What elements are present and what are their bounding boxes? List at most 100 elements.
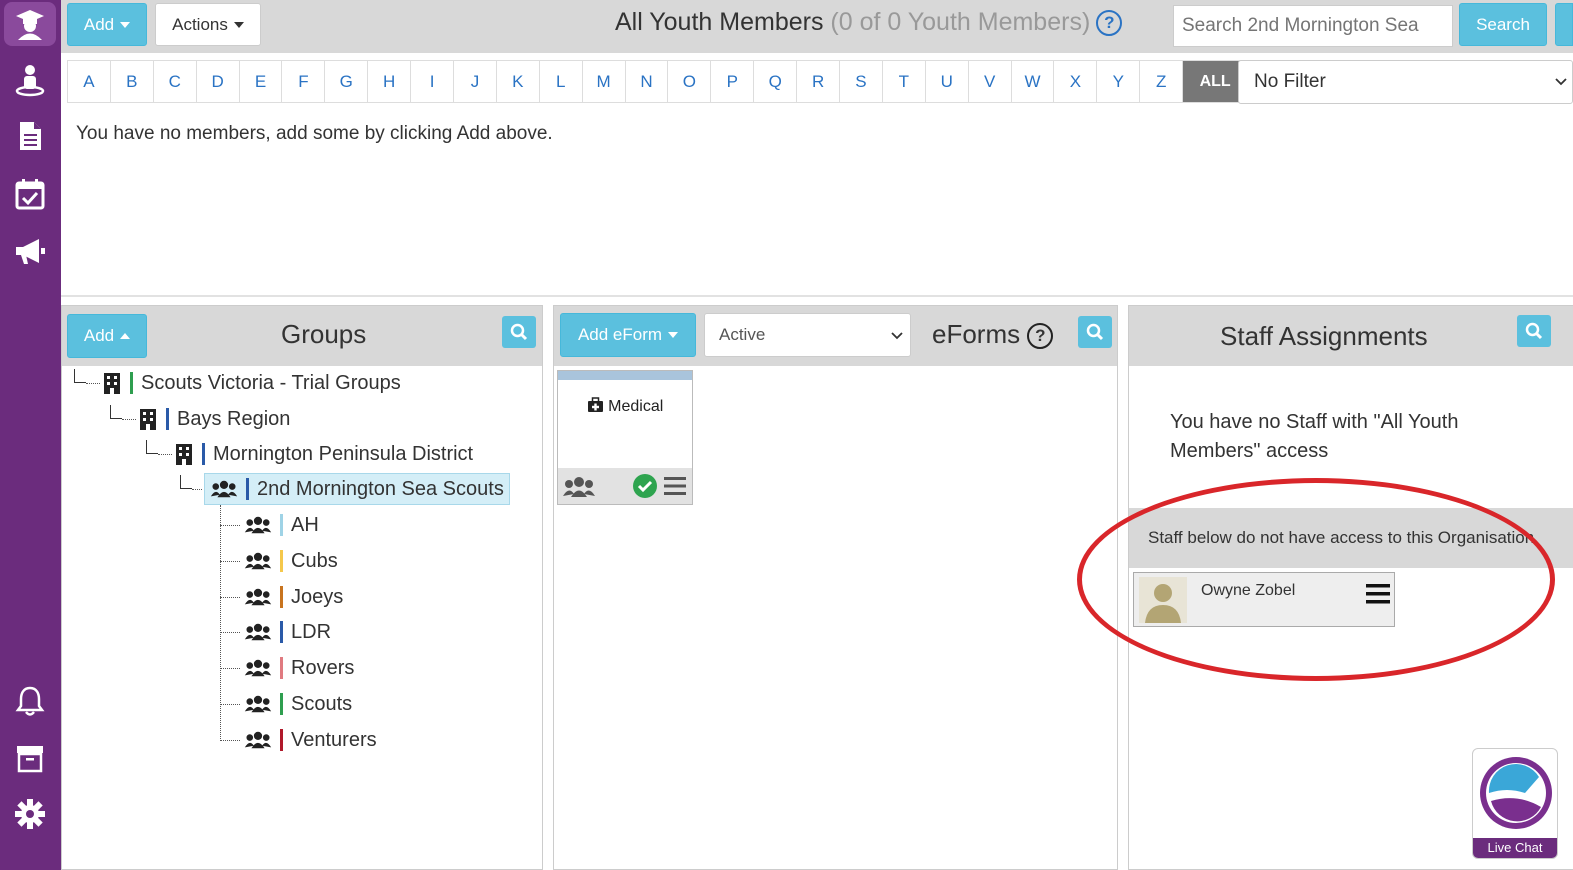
staff-search-button[interactable] — [1517, 315, 1551, 347]
empty-members-message: You have no members, add some by clickin… — [76, 123, 553, 144]
search-input[interactable] — [1173, 5, 1453, 47]
eforms-title-text: eForms — [932, 319, 1021, 349]
letter-q[interactable]: Q — [754, 61, 798, 102]
group-color-bar — [280, 550, 283, 572]
chevron-down-icon — [891, 332, 903, 340]
no-staff-message: You have no Staff with "All Youth Member… — [1170, 411, 1459, 462]
users-icon — [244, 731, 272, 749]
alphabet-filter: A B C D E F G H I J K L M N O P Q R S T U V W X Y Z ALL — [67, 60, 1249, 103]
tree-node[interactable]: Venturers — [244, 724, 377, 756]
tree-node[interactable]: AH — [244, 509, 319, 541]
users-icon[interactable] — [562, 476, 596, 498]
tree-connector — [220, 505, 221, 741]
tree-node[interactable]: LDR — [244, 616, 331, 648]
letter-k[interactable]: K — [497, 61, 540, 102]
help-icon[interactable]: ? — [1096, 10, 1123, 37]
letter-g[interactable]: G — [325, 61, 369, 102]
letter-u[interactable]: U — [926, 61, 969, 102]
gear-icon[interactable] — [6, 790, 54, 838]
building-icon — [176, 444, 192, 465]
group-color-bar — [280, 586, 283, 608]
medkit-icon — [587, 397, 603, 412]
archive-icon[interactable] — [6, 734, 54, 782]
extra-button[interactable] — [1555, 3, 1573, 46]
groups-title: Groups — [281, 319, 367, 349]
adult-member-icon[interactable] — [6, 56, 54, 104]
add-member-button[interactable]: Add — [67, 3, 147, 46]
live-chat-label: Live Chat — [1473, 838, 1557, 858]
bell-icon[interactable] — [6, 677, 54, 725]
filter-select[interactable]: No Filter — [1238, 60, 1573, 104]
search-label: Search — [1476, 14, 1530, 34]
letter-r[interactable]: R — [797, 61, 841, 102]
letter-a[interactable]: A — [68, 61, 111, 102]
card-footer — [558, 468, 692, 504]
youth-members-icon[interactable] — [4, 2, 56, 46]
calendar-check-icon[interactable] — [6, 170, 54, 218]
building-icon — [140, 409, 156, 430]
menu-icon[interactable] — [664, 476, 686, 496]
letter-c[interactable]: C — [154, 61, 197, 102]
tree-node[interactable]: 2nd Mornington Sea Scouts — [204, 473, 510, 505]
tree-node-label: 2nd Mornington Sea Scouts — [257, 477, 504, 500]
chevron-down-icon — [1555, 78, 1567, 86]
tree-node[interactable]: Scouts — [244, 688, 352, 720]
letter-f[interactable]: F — [282, 61, 326, 102]
tree-node[interactable]: Bays Region — [138, 403, 290, 435]
search-icon — [510, 323, 528, 341]
letter-d[interactable]: D — [197, 61, 240, 102]
search-button[interactable]: Search — [1459, 3, 1547, 46]
eform-card[interactable]: Medical — [557, 370, 693, 505]
letter-e[interactable]: E — [240, 61, 283, 102]
group-color-bar — [280, 621, 283, 643]
staff-panel-header: Staff Assignments — [1129, 306, 1573, 366]
tree-connector — [220, 632, 240, 633]
tree-connector — [192, 489, 202, 490]
document-icon[interactable] — [6, 112, 54, 160]
tree-node[interactable]: Scouts Victoria - Trial Groups — [102, 367, 401, 399]
actions-label: Actions — [172, 14, 228, 34]
letter-l[interactable]: L — [540, 61, 583, 102]
add-eform-button[interactable]: Add eForm — [560, 313, 696, 357]
groups-search-button[interactable] — [502, 316, 536, 348]
megaphone-icon[interactable] — [6, 227, 54, 275]
letter-j[interactable]: J — [454, 61, 497, 102]
tree-node[interactable]: Cubs — [244, 545, 338, 577]
filter-selected: No Filter — [1254, 71, 1326, 92]
letter-s[interactable]: S — [840, 61, 883, 102]
letter-m[interactable]: M — [583, 61, 626, 102]
letter-p[interactable]: P — [711, 61, 755, 102]
help-icon[interactable]: ? — [1027, 323, 1054, 350]
letter-o[interactable]: O — [668, 61, 712, 102]
search-icon — [1086, 323, 1104, 341]
letter-y[interactable]: Y — [1097, 61, 1141, 102]
tree-node-label: Cubs — [291, 549, 338, 572]
letter-x[interactable]: X — [1054, 61, 1098, 102]
caret-down-icon — [233, 21, 244, 28]
letter-n[interactable]: N — [626, 61, 669, 102]
letter-w[interactable]: W — [1012, 61, 1055, 102]
letter-b[interactable]: B — [111, 61, 154, 102]
eform-label: Medical — [608, 398, 664, 415]
users-icon — [244, 659, 272, 677]
tree-node[interactable]: Mornington Peninsula District — [174, 438, 473, 470]
actions-button[interactable]: Actions — [155, 3, 261, 46]
live-chat-widget[interactable]: Live Chat — [1472, 748, 1558, 859]
eforms-search-button[interactable] — [1078, 316, 1112, 348]
status-selected: Active — [719, 325, 766, 344]
letter-z[interactable]: Z — [1140, 61, 1184, 102]
letter-v[interactable]: V — [969, 61, 1012, 102]
add-group-button[interactable]: Add — [67, 314, 147, 358]
letter-i[interactable]: I — [411, 61, 455, 102]
check-circle-icon[interactable] — [632, 473, 658, 499]
status-select[interactable]: Active — [704, 313, 911, 357]
divider — [61, 295, 1573, 297]
tree-connector — [220, 704, 240, 705]
tree-node-label: Joeys — [291, 585, 344, 608]
tree-node[interactable]: Joeys — [244, 581, 343, 613]
letter-t[interactable]: T — [883, 61, 926, 102]
eforms-title: eForms ? — [932, 319, 1054, 350]
letter-h[interactable]: H — [368, 61, 412, 102]
tree-node[interactable]: Rovers — [244, 652, 354, 684]
group-color-bar — [246, 478, 249, 500]
